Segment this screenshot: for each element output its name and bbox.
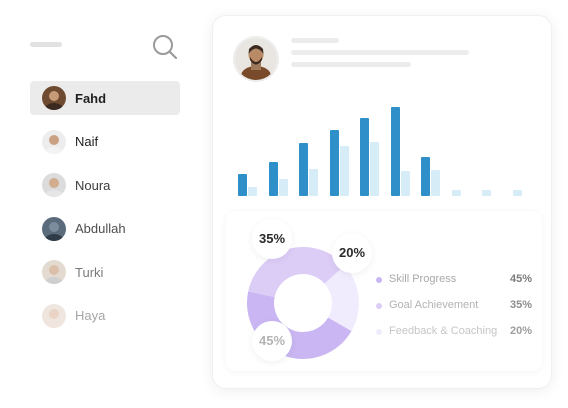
placeholder-line (291, 50, 469, 55)
bar (339, 146, 349, 196)
search-icon[interactable] (151, 33, 179, 61)
legend-item: Feedback & Coaching 20% (376, 324, 532, 340)
donut-value-label: 35% (252, 219, 292, 259)
contact-name: Noura (75, 177, 111, 193)
donut-chart: 35% 20% 45% (226, 211, 376, 371)
bar-chart (233, 96, 533, 196)
bar (451, 189, 461, 196)
legend-value: 20% (509, 325, 532, 337)
legend-value: 35% (509, 299, 532, 311)
contact-item[interactable]: Haya (30, 299, 180, 333)
placeholder-line (291, 38, 339, 43)
donut-value-label: 20% (332, 233, 372, 273)
avatar (42, 86, 66, 110)
avatar (42, 129, 66, 154)
contact-item[interactable]: Naif (30, 125, 180, 159)
bar (431, 169, 440, 196)
bar (278, 178, 288, 196)
donut-value-label: 45% (252, 321, 292, 361)
contact-name: Abdullah (75, 221, 126, 237)
contact-name: Haya (75, 308, 106, 324)
legend-label: Goal Achievement (389, 299, 479, 311)
bar (360, 117, 369, 196)
avatar (42, 173, 66, 198)
dashboard-card: 35% 20% 45% Skill Progress 45% Goal Achi… (212, 15, 552, 389)
bar (390, 107, 400, 196)
legend-dot (376, 329, 382, 335)
bar (370, 141, 379, 196)
avatar (42, 216, 66, 241)
bar (299, 142, 308, 196)
legend-value: 45% (509, 273, 532, 285)
bar (309, 168, 318, 196)
bar (400, 171, 410, 196)
legend-label: Skill Progress (389, 273, 457, 285)
legend-item: Goal Achievement 35% (376, 298, 532, 314)
contact-name: Fahd (75, 90, 107, 106)
legend-dot (376, 277, 382, 283)
legend-item: Skill Progress 45% (376, 272, 532, 288)
bar (482, 189, 491, 196)
placeholder-line (291, 62, 411, 67)
avatar (42, 303, 66, 328)
bar (248, 186, 257, 196)
legend-dot (376, 303, 382, 309)
contact-name: Naif (75, 134, 99, 150)
contact-item[interactable]: Fahd (30, 81, 180, 115)
contact-list: Fahd Naif Noura Abdullah Turki Haya (30, 81, 180, 343)
contact-item[interactable]: Abdullah (30, 212, 180, 246)
bar (421, 157, 430, 196)
contact-item[interactable]: Turki (30, 255, 180, 289)
bar (238, 174, 247, 196)
bar (268, 161, 278, 196)
contact-item[interactable]: Noura (30, 168, 180, 202)
legend-label: Feedback & Coaching (389, 325, 498, 337)
bar (512, 189, 522, 196)
stats-panel: 35% 20% 45% Skill Progress 45% Goal Achi… (226, 211, 542, 371)
profile-avatar (235, 38, 277, 80)
contact-name: Turki (75, 264, 104, 280)
bar (329, 130, 339, 196)
menu-icon[interactable] (30, 42, 62, 47)
avatar (42, 260, 66, 285)
